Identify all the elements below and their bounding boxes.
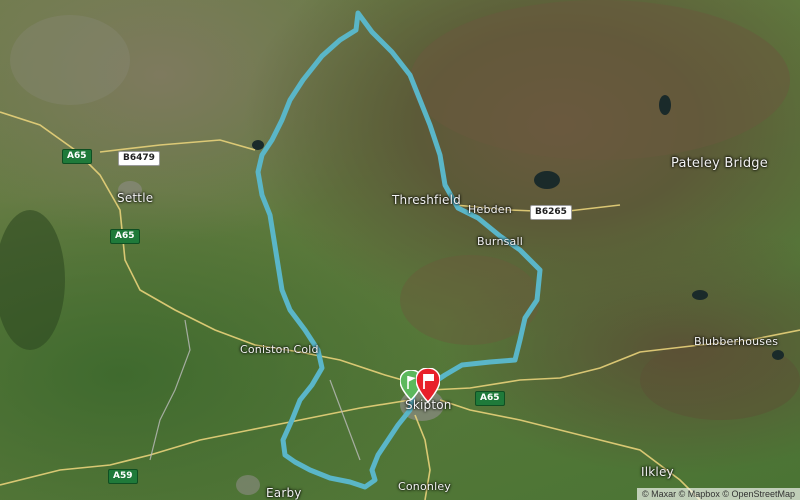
place-label-threshfield: Threshfield bbox=[392, 193, 461, 207]
map-base-layer bbox=[0, 0, 800, 500]
place-label-pateley-bridge: Pateley Bridge bbox=[671, 156, 768, 171]
place-label-ilkley: Ilkley bbox=[641, 465, 674, 479]
map-view[interactable]: Settle Threshfield Hebden Burnsall Patel… bbox=[0, 0, 800, 500]
place-label-hebden: Hebden bbox=[468, 203, 512, 216]
place-label-blubberhouses: Blubberhouses bbox=[694, 335, 779, 348]
finish-marker[interactable] bbox=[416, 368, 440, 402]
map-attribution[interactable]: © Maxar © Mapbox © OpenStreetMap bbox=[637, 488, 800, 500]
place-label-coniston-cold: Coniston Cold bbox=[240, 343, 319, 356]
road-shield-a65: A65 bbox=[110, 229, 140, 244]
road-shield-a65: A65 bbox=[62, 149, 92, 164]
road-shield-a65: A65 bbox=[475, 391, 505, 406]
place-label-cononley: Cononley bbox=[398, 480, 452, 493]
road-shield-a59: A59 bbox=[108, 469, 138, 484]
road-shield-b6479: B6479 bbox=[118, 151, 160, 166]
lake bbox=[534, 171, 560, 189]
place-label-burnsall: Burnsall bbox=[477, 235, 524, 248]
place-label-earby: Earby bbox=[266, 486, 302, 500]
place-label-settle: Settle bbox=[117, 191, 154, 205]
road-shield-b6265: B6265 bbox=[530, 205, 572, 220]
